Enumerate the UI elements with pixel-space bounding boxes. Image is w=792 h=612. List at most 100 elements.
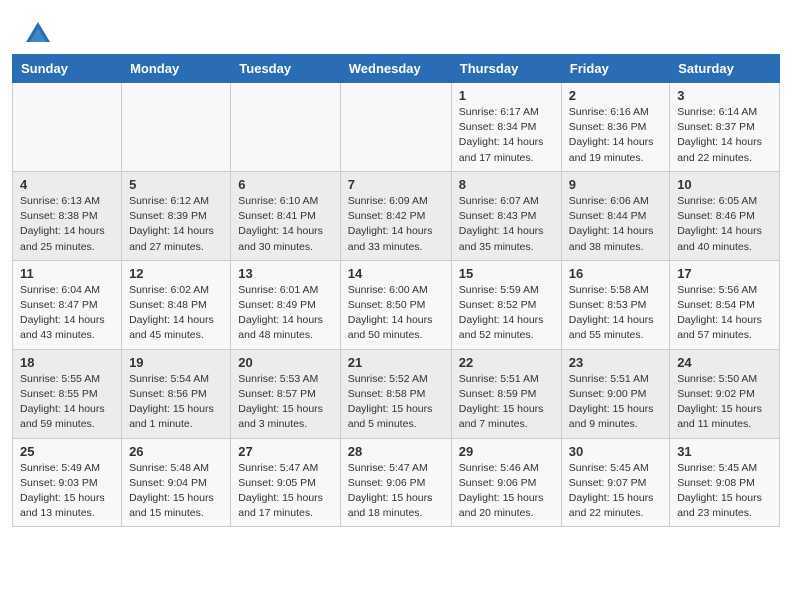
day-number: 4: [20, 177, 114, 192]
calendar-week-row: 18 Sunrise: 5:55 AMSunset: 8:55 PMDayligh…: [13, 349, 780, 438]
day-number: 9: [569, 177, 662, 192]
calendar-day-cell: 10 Sunrise: 6:05 AMSunset: 8:46 PMDayligh…: [670, 171, 780, 260]
day-number: 22: [459, 355, 554, 370]
calendar-day-cell: 29 Sunrise: 5:46 AMSunset: 9:06 PMDayligh…: [451, 438, 561, 527]
day-number: 7: [348, 177, 444, 192]
day-info: Sunrise: 5:48 AMSunset: 9:04 PMDaylight:…: [129, 461, 223, 522]
day-number: 20: [238, 355, 332, 370]
day-number: 3: [677, 88, 772, 103]
calendar-table: SundayMondayTuesdayWednesdayThursdayFrid…: [12, 54, 780, 527]
day-number: 27: [238, 444, 332, 459]
day-number: 10: [677, 177, 772, 192]
calendar-day-cell: 2 Sunrise: 6:16 AMSunset: 8:36 PMDaylight…: [561, 83, 669, 172]
calendar-day-cell: 5 Sunrise: 6:12 AMSunset: 8:39 PMDaylight…: [122, 171, 231, 260]
calendar-day-cell: 18 Sunrise: 5:55 AMSunset: 8:55 PMDayligh…: [13, 349, 122, 438]
day-number: 14: [348, 266, 444, 281]
calendar-container: SundayMondayTuesdayWednesdayThursdayFrid…: [0, 54, 792, 539]
weekday-header-tuesday: Tuesday: [231, 55, 340, 83]
calendar-week-row: 11 Sunrise: 6:04 AMSunset: 8:47 PMDayligh…: [13, 260, 780, 349]
calendar-day-cell: 17Sunrise: 5:56 AMSunset: 8:54 PMDayligh…: [670, 260, 780, 349]
day-info: Sunrise: 6:06 AMSunset: 8:44 PMDaylight:…: [569, 194, 662, 255]
day-number: 19: [129, 355, 223, 370]
day-info: Sunrise: 5:53 AMSunset: 8:57 PMDaylight:…: [238, 372, 332, 433]
calendar-day-cell: 3 Sunrise: 6:14 AMSunset: 8:37 PMDaylight…: [670, 83, 780, 172]
day-info: Sunrise: 6:10 AMSunset: 8:41 PMDaylight:…: [238, 194, 332, 255]
calendar-day-cell: 25Sunrise: 5:49 AMSunset: 9:03 PMDayligh…: [13, 438, 122, 527]
calendar-day-cell: [122, 83, 231, 172]
day-info: Sunrise: 5:55 AMSunset: 8:55 PMDaylight:…: [20, 372, 114, 433]
day-number: 29: [459, 444, 554, 459]
calendar-day-cell: 31 Sunrise: 5:45 AMSunset: 9:08 PMDayligh…: [670, 438, 780, 527]
calendar-day-cell: 4 Sunrise: 6:13 AMSunset: 8:38 PMDaylight…: [13, 171, 122, 260]
weekday-header-row: SundayMondayTuesdayWednesdayThursdayFrid…: [13, 55, 780, 83]
calendar-day-cell: 8Sunrise: 6:07 AMSunset: 8:43 PMDaylight…: [451, 171, 561, 260]
day-info: Sunrise: 5:45 AMSunset: 9:08 PMDaylight:…: [677, 461, 772, 522]
day-number: 17: [677, 266, 772, 281]
day-info: Sunrise: 6:12 AMSunset: 8:39 PMDaylight:…: [129, 194, 223, 255]
day-info: Sunrise: 6:04 AMSunset: 8:47 PMDaylight:…: [20, 283, 114, 344]
day-info: Sunrise: 5:52 AMSunset: 8:58 PMDaylight:…: [348, 372, 444, 433]
day-number: 21: [348, 355, 444, 370]
day-number: 5: [129, 177, 223, 192]
calendar-day-cell: 9 Sunrise: 6:06 AMSunset: 8:44 PMDaylight…: [561, 171, 669, 260]
day-number: 11: [20, 266, 114, 281]
calendar-body: 1 Sunrise: 6:17 AMSunset: 8:34 PMDaylight…: [13, 83, 780, 527]
calendar-day-cell: 15Sunrise: 5:59 AMSunset: 8:52 PMDayligh…: [451, 260, 561, 349]
weekday-header-saturday: Saturday: [670, 55, 780, 83]
calendar-day-cell: 27Sunrise: 5:47 AMSunset: 9:05 PMDayligh…: [231, 438, 340, 527]
calendar-day-cell: 11 Sunrise: 6:04 AMSunset: 8:47 PMDayligh…: [13, 260, 122, 349]
day-info: Sunrise: 6:00 AMSunset: 8:50 PMDaylight:…: [348, 283, 444, 344]
day-info: Sunrise: 5:51 AMSunset: 8:59 PMDaylight:…: [459, 372, 554, 433]
weekday-header-monday: Monday: [122, 55, 231, 83]
weekday-header-friday: Friday: [561, 55, 669, 83]
calendar-day-cell: 16Sunrise: 5:58 AMSunset: 8:53 PMDayligh…: [561, 260, 669, 349]
calendar-day-cell: 22 Sunrise: 5:51 AMSunset: 8:59 PMDayligh…: [451, 349, 561, 438]
calendar-day-cell: 20 Sunrise: 5:53 AMSunset: 8:57 PMDayligh…: [231, 349, 340, 438]
day-number: 13: [238, 266, 332, 281]
calendar-day-cell: 23 Sunrise: 5:51 AMSunset: 9:00 PMDayligh…: [561, 349, 669, 438]
calendar-header: SundayMondayTuesdayWednesdayThursdayFrid…: [13, 55, 780, 83]
calendar-day-cell: 1 Sunrise: 6:17 AMSunset: 8:34 PMDaylight…: [451, 83, 561, 172]
logo-icon: [24, 18, 52, 46]
day-number: 28: [348, 444, 444, 459]
day-info: Sunrise: 6:01 AMSunset: 8:49 PMDaylight:…: [238, 283, 332, 344]
day-number: 6: [238, 177, 332, 192]
calendar-day-cell: 24 Sunrise: 5:50 AMSunset: 9:02 PMDayligh…: [670, 349, 780, 438]
day-number: 30: [569, 444, 662, 459]
page-header: [0, 0, 792, 54]
calendar-week-row: 4 Sunrise: 6:13 AMSunset: 8:38 PMDaylight…: [13, 171, 780, 260]
day-number: 15: [459, 266, 554, 281]
day-number: 2: [569, 88, 662, 103]
day-info: Sunrise: 5:45 AMSunset: 9:07 PMDaylight:…: [569, 461, 662, 522]
calendar-week-row: 25Sunrise: 5:49 AMSunset: 9:03 PMDayligh…: [13, 438, 780, 527]
day-info: Sunrise: 5:46 AMSunset: 9:06 PMDaylight:…: [459, 461, 554, 522]
day-number: 31: [677, 444, 772, 459]
calendar-day-cell: 19 Sunrise: 5:54 AMSunset: 8:56 PMDayligh…: [122, 349, 231, 438]
day-info: Sunrise: 6:17 AMSunset: 8:34 PMDaylight:…: [459, 105, 554, 166]
day-info: Sunrise: 6:02 AMSunset: 8:48 PMDaylight:…: [129, 283, 223, 344]
calendar-day-cell: 12Sunrise: 6:02 AMSunset: 8:48 PMDayligh…: [122, 260, 231, 349]
day-info: Sunrise: 6:13 AMSunset: 8:38 PMDaylight:…: [20, 194, 114, 255]
day-number: 16: [569, 266, 662, 281]
day-number: 24: [677, 355, 772, 370]
day-number: 8: [459, 177, 554, 192]
calendar-day-cell: 21 Sunrise: 5:52 AMSunset: 8:58 PMDayligh…: [340, 349, 451, 438]
day-info: Sunrise: 6:16 AMSunset: 8:36 PMDaylight:…: [569, 105, 662, 166]
day-info: Sunrise: 5:47 AMSunset: 9:06 PMDaylight:…: [348, 461, 444, 522]
day-info: Sunrise: 5:50 AMSunset: 9:02 PMDaylight:…: [677, 372, 772, 433]
day-info: Sunrise: 6:09 AMSunset: 8:42 PMDaylight:…: [348, 194, 444, 255]
day-number: 18: [20, 355, 114, 370]
calendar-week-row: 1 Sunrise: 6:17 AMSunset: 8:34 PMDaylight…: [13, 83, 780, 172]
day-number: 1: [459, 88, 554, 103]
calendar-day-cell: 14 Sunrise: 6:00 AMSunset: 8:50 PMDayligh…: [340, 260, 451, 349]
calendar-day-cell: 7 Sunrise: 6:09 AMSunset: 8:42 PMDaylight…: [340, 171, 451, 260]
logo: [24, 18, 56, 46]
day-info: Sunrise: 5:54 AMSunset: 8:56 PMDaylight:…: [129, 372, 223, 433]
weekday-header-thursday: Thursday: [451, 55, 561, 83]
day-info: Sunrise: 5:51 AMSunset: 9:00 PMDaylight:…: [569, 372, 662, 433]
calendar-day-cell: [340, 83, 451, 172]
day-info: Sunrise: 6:05 AMSunset: 8:46 PMDaylight:…: [677, 194, 772, 255]
day-number: 23: [569, 355, 662, 370]
day-info: Sunrise: 6:14 AMSunset: 8:37 PMDaylight:…: [677, 105, 772, 166]
day-info: Sunrise: 5:49 AMSunset: 9:03 PMDaylight:…: [20, 461, 114, 522]
